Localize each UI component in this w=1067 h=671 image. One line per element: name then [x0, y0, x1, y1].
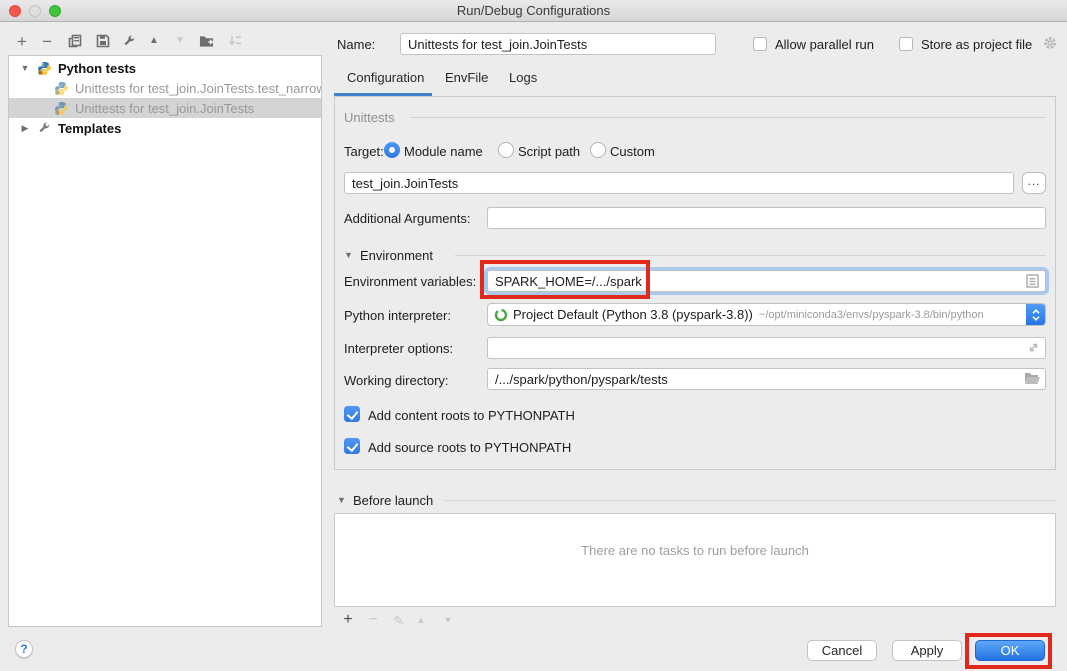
name-input[interactable] [400, 33, 716, 55]
browse-folder-icon[interactable] [1024, 372, 1040, 388]
tab-configuration[interactable]: Configuration [347, 70, 424, 85]
python-test-icon [54, 81, 69, 96]
chevron-right-icon[interactable]: ▶ [19, 123, 31, 134]
tab-logs[interactable]: Logs [509, 70, 537, 85]
radio-module-name[interactable] [384, 142, 400, 158]
environment-section-label: Environment [360, 248, 433, 263]
edit-templates-button[interactable] [118, 31, 140, 51]
name-label: Name: [337, 37, 375, 52]
remove-task-button[interactable]: − [363, 610, 383, 630]
tree-item-label: Unittests for test_join.JoinTests [75, 101, 254, 116]
save-configuration-button[interactable] [92, 31, 114, 51]
window-titlebar: Run/Debug Configurations [0, 0, 1067, 22]
additional-arguments-input[interactable] [487, 207, 1046, 229]
interpreter-options-input[interactable] [487, 337, 1046, 359]
wrench-icon [122, 34, 136, 48]
allow-parallel-run-label: Allow parallel run [775, 37, 874, 52]
add-content-roots-checkbox[interactable] [344, 406, 360, 422]
python-test-icon [54, 101, 69, 116]
conda-env-icon [494, 308, 508, 322]
additional-arguments-label: Additional Arguments: [344, 211, 470, 226]
working-directory-label: Working directory: [344, 373, 449, 388]
chevron-down-icon[interactable]: ▼ [19, 63, 31, 73]
move-task-up-button[interactable]: ▲ [411, 610, 431, 630]
move-task-down-button[interactable]: ▼ [438, 610, 458, 630]
sort-configurations-button[interactable] [224, 31, 246, 51]
module-name-input[interactable] [344, 172, 1014, 194]
working-directory-input[interactable] [487, 368, 1046, 390]
copy-configuration-button[interactable] [64, 31, 86, 51]
tree-item-label: Templates [58, 121, 121, 136]
add-task-button[interactable]: + [338, 610, 358, 630]
store-as-project-file-label: Store as project file [921, 37, 1032, 52]
before-launch-collapse-icon[interactable]: ▼ [337, 495, 346, 505]
expand-field-icon[interactable] [1027, 341, 1040, 357]
configurations-tree: ▼ Python tests Unittests for test_join.J… [8, 55, 322, 627]
python-interpreter-path: ~/opt/miniconda3/envs/pyspark-3.8/bin/py… [759, 309, 984, 321]
store-as-project-file-checkbox[interactable] [899, 37, 913, 51]
section-divider [455, 255, 1046, 256]
new-folder-button[interactable] [195, 31, 217, 51]
tree-item-unittests-jointests-selected[interactable]: Unittests for test_join.JoinTests [9, 98, 321, 118]
move-down-button[interactable]: ▼ [169, 31, 191, 51]
python-interpreter-select[interactable]: Project Default (Python 3.8 (pyspark-3.8… [487, 303, 1046, 326]
target-label: Target: [344, 144, 384, 159]
before-launch-section-label: Before launch [353, 493, 433, 508]
environment-collapse-icon[interactable]: ▼ [344, 250, 353, 260]
tab-envfile[interactable]: EnvFile [445, 70, 488, 85]
add-configuration-button[interactable]: + [11, 31, 33, 51]
help-button[interactable]: ? [15, 640, 33, 658]
python-interpreter-label: Python interpreter: [344, 308, 451, 323]
browse-module-button[interactable]: ... [1022, 172, 1046, 194]
python-interpreter-value: Project Default (Python 3.8 (pyspark-3.8… [513, 307, 753, 322]
allow-parallel-run-checkbox[interactable] [753, 37, 767, 51]
add-content-roots-label: Add content roots to PYTHONPATH [368, 408, 575, 423]
python-tests-icon [37, 61, 52, 76]
sort-icon [228, 34, 242, 48]
radio-script-path-label[interactable]: Script path [518, 144, 580, 159]
save-icon [96, 34, 110, 48]
section-divider [445, 500, 1056, 501]
new-folder-icon [199, 34, 214, 48]
remove-configuration-button[interactable]: − [36, 31, 58, 51]
environment-variables-input[interactable] [487, 270, 1046, 292]
radio-custom[interactable] [590, 142, 606, 158]
store-options-gear-icon[interactable] [1042, 35, 1058, 54]
move-up-button[interactable]: ▲ [143, 31, 165, 51]
interpreter-options-label: Interpreter options: [344, 341, 453, 356]
cancel-button[interactable]: Cancel [807, 640, 877, 661]
ok-button[interactable]: OK [975, 640, 1045, 661]
unittests-section-label: Unittests [344, 110, 395, 125]
edit-task-button[interactable]: ✎ [389, 610, 409, 630]
add-source-roots-label: Add source roots to PYTHONPATH [368, 440, 571, 455]
before-launch-task-list: There are no tasks to run before launch [334, 513, 1056, 607]
radio-module-name-label[interactable]: Module name [404, 144, 483, 159]
apply-button[interactable]: Apply [892, 640, 962, 661]
tree-item-label: Python tests [58, 61, 136, 76]
tree-item-templates[interactable]: ▶ Templates [9, 118, 321, 138]
select-stepper-icon[interactable] [1026, 303, 1046, 326]
tree-item-python-tests[interactable]: ▼ Python tests [9, 58, 321, 78]
before-launch-empty-message: There are no tasks to run before launch [335, 543, 1055, 558]
add-source-roots-checkbox[interactable] [344, 438, 360, 454]
window-title: Run/Debug Configurations [0, 3, 1067, 18]
radio-custom-label[interactable]: Custom [610, 144, 655, 159]
environment-variables-label: Environment variables: [344, 274, 476, 289]
copy-icon [68, 34, 82, 48]
env-vars-editor-icon[interactable] [1026, 274, 1039, 291]
tree-item-unittests-test-narrow[interactable]: Unittests for test_join.JoinTests.test_n… [9, 78, 321, 98]
templates-wrench-icon [37, 121, 52, 136]
section-divider [410, 117, 1046, 118]
tree-item-label: Unittests for test_join.JoinTests.test_n… [75, 81, 321, 96]
radio-script-path[interactable] [498, 142, 514, 158]
